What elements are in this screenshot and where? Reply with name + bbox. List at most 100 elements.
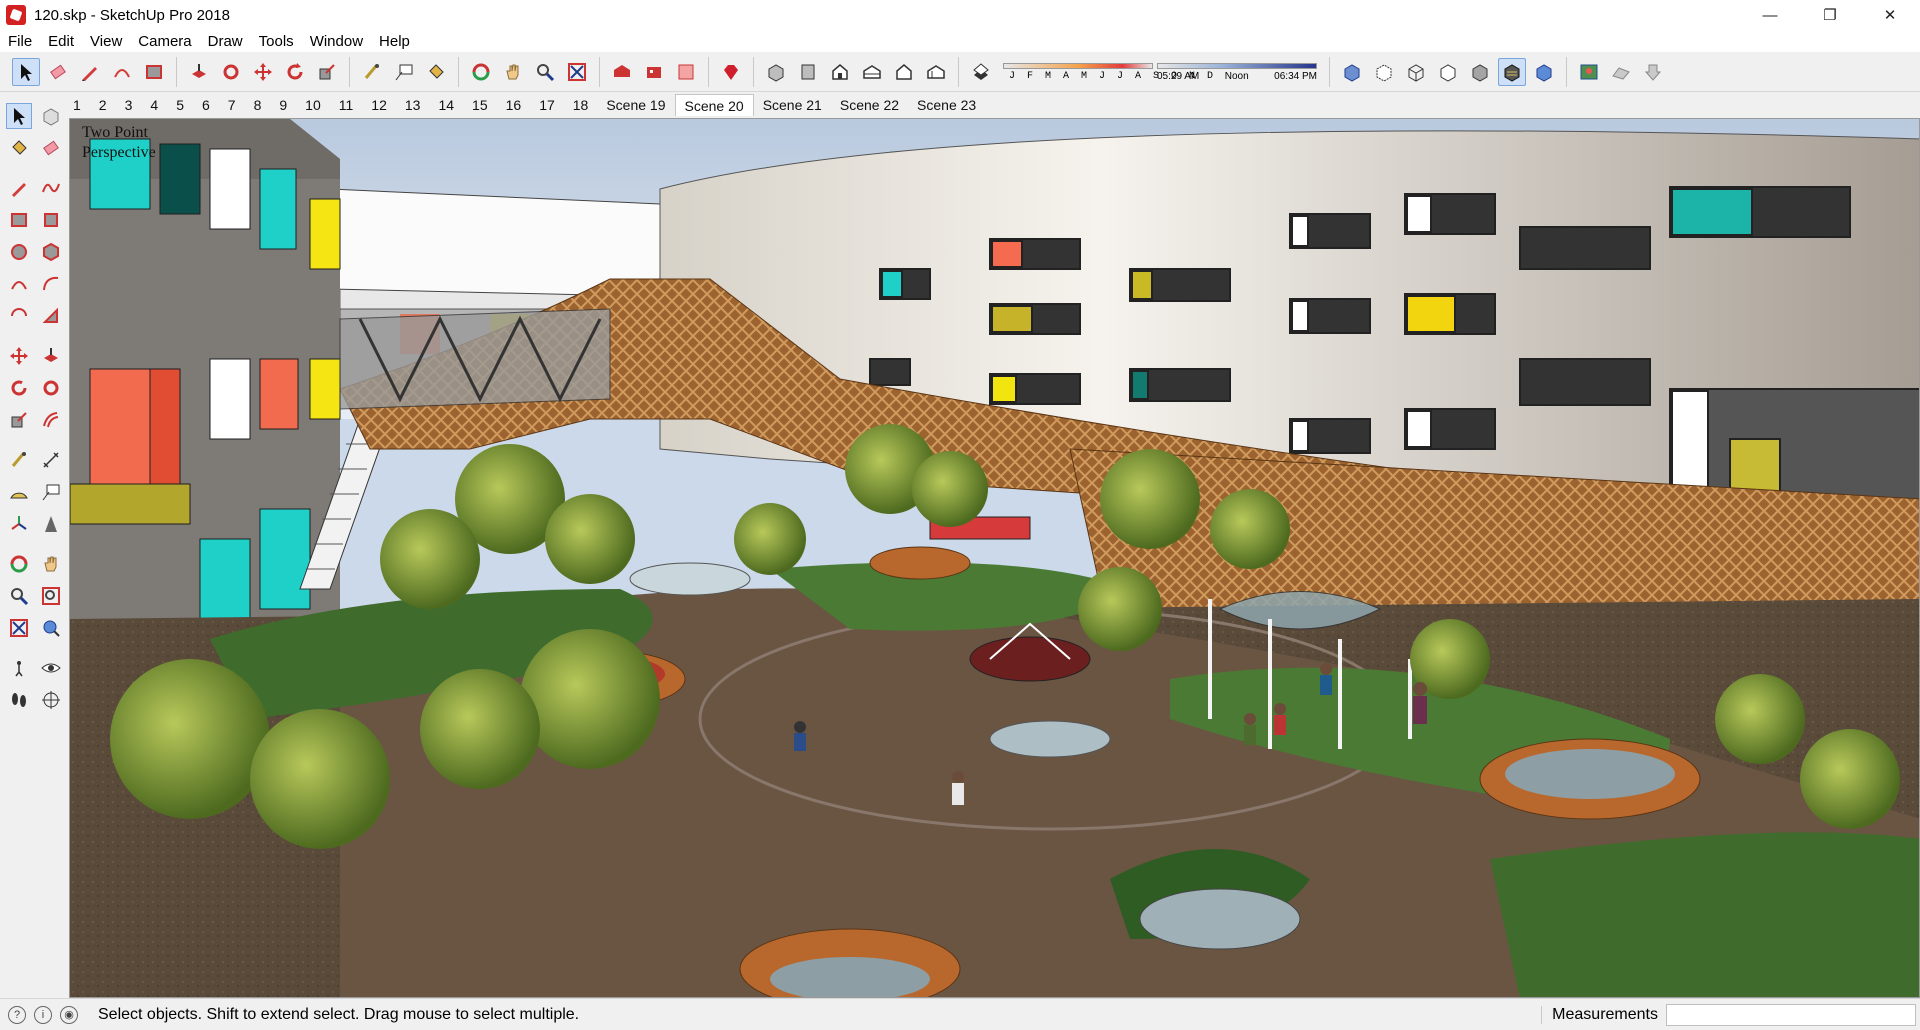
line-tool-button[interactable]	[6, 175, 32, 201]
scene-tab[interactable]: 9	[270, 94, 296, 116]
right-view-button[interactable]	[858, 58, 886, 86]
menu-view[interactable]: View	[82, 33, 130, 50]
paint-bucket-button[interactable]	[422, 58, 450, 86]
scene-tab[interactable]: 11	[330, 94, 363, 116]
toggle-terrain-button[interactable]	[1607, 58, 1635, 86]
line-tool-button[interactable]	[76, 58, 104, 86]
two-point-arc-button[interactable]	[38, 271, 64, 297]
arc-tool-button[interactable]	[108, 58, 136, 86]
look-around-button[interactable]	[38, 655, 64, 681]
eraser-tool-button[interactable]	[38, 135, 64, 161]
scene-tab[interactable]: 17	[530, 94, 564, 116]
section-plane-button[interactable]	[38, 687, 64, 713]
walk-button[interactable]	[6, 687, 32, 713]
scale-tool-button[interactable]	[313, 58, 341, 86]
back-view-button[interactable]	[890, 58, 918, 86]
maximize-button[interactable]: ❐	[1800, 0, 1860, 30]
zoom-button[interactable]	[6, 583, 32, 609]
scene-tab[interactable]: Scene 19	[597, 94, 674, 116]
shadow-month-slider[interactable]: J F M A M J J A S O N D	[1003, 57, 1213, 87]
left-view-button[interactable]	[922, 58, 950, 86]
protractor-button[interactable]	[6, 479, 32, 505]
scene-tab[interactable]: 4	[141, 94, 167, 116]
shadows-toggle-button[interactable]	[967, 58, 995, 86]
push-pull-tool-button[interactable]	[185, 58, 213, 86]
modeling-viewport[interactable]: Two Point Perspective	[69, 118, 1920, 998]
position-camera-button[interactable]	[6, 655, 32, 681]
rectangle-tool-button[interactable]	[140, 58, 168, 86]
scene-tab[interactable]: 1	[64, 94, 90, 116]
menu-help[interactable]: Help	[371, 33, 418, 50]
scene-tab[interactable]: 6	[193, 94, 219, 116]
scene-tab[interactable]: 12	[362, 94, 396, 116]
axes-tool-button[interactable]	[6, 511, 32, 537]
add-location-button[interactable]	[1575, 58, 1603, 86]
make-component-button[interactable]	[38, 103, 64, 129]
shadow-date-slider[interactable]: J F M A M J J A S O N D 05:29 AM Noon 06…	[1003, 57, 1317, 87]
scene-tab[interactable]: 13	[396, 94, 430, 116]
hidden-line-button[interactable]	[1434, 58, 1462, 86]
extension-manager-button[interactable]	[717, 58, 745, 86]
eraser-tool-button[interactable]	[44, 58, 72, 86]
top-view-button[interactable]	[794, 58, 822, 86]
photo-textures-button[interactable]	[1639, 58, 1667, 86]
scene-tab[interactable]: Scene 21	[754, 94, 831, 116]
time-slider-track[interactable]	[1157, 62, 1317, 69]
zoom-button[interactable]	[531, 58, 559, 86]
pan-button[interactable]	[499, 58, 527, 86]
shaded-textures-button[interactable]	[1498, 57, 1526, 86]
circle-tool-button[interactable]	[6, 239, 32, 265]
scene-tab[interactable]: Scene 22	[831, 94, 908, 116]
follow-me-tool-button[interactable]	[217, 58, 245, 86]
text-tool-button[interactable]	[390, 58, 418, 86]
orbit-button[interactable]	[6, 551, 32, 577]
shaded-button[interactable]	[1466, 58, 1494, 86]
xray-style-button[interactable]	[1338, 58, 1366, 86]
sketchup-app-icon[interactable]	[6, 5, 26, 25]
scale-tool-button[interactable]	[6, 407, 32, 433]
three-point-arc-button[interactable]	[6, 303, 32, 329]
scene-tab-active[interactable]: Scene 20	[674, 94, 754, 116]
tape-measure-button[interactable]	[358, 58, 386, 86]
scene-tab[interactable]: 7	[219, 94, 245, 116]
orbit-button[interactable]	[467, 58, 495, 86]
scene-tab[interactable]: 14	[429, 94, 463, 116]
follow-me-tool-button[interactable]	[38, 375, 64, 401]
measurements-input[interactable]	[1666, 1004, 1916, 1026]
select-tool-button[interactable]	[6, 103, 32, 129]
iso-view-button[interactable]	[762, 58, 790, 86]
arc-tool-button[interactable]	[6, 271, 32, 297]
warehouse-button[interactable]	[608, 58, 636, 86]
select-tool-button[interactable]	[12, 57, 40, 86]
back-edges-button[interactable]	[1370, 58, 1398, 86]
minimize-button[interactable]: —	[1740, 0, 1800, 30]
scene-tab[interactable]: 3	[116, 94, 142, 116]
menu-camera[interactable]: Camera	[130, 33, 199, 50]
previous-view-button[interactable]	[38, 615, 64, 641]
menu-file[interactable]: File	[0, 33, 40, 50]
push-pull-tool-button[interactable]	[38, 343, 64, 369]
pie-tool-button[interactable]	[38, 303, 64, 329]
scene-tab[interactable]: 8	[245, 94, 271, 116]
scene-tab[interactable]: 10	[296, 94, 330, 116]
tape-measure-button[interactable]	[6, 447, 32, 473]
pan-button[interactable]	[38, 551, 64, 577]
shadow-time-slider[interactable]: 05:29 AM Noon 06:34 PM	[1157, 57, 1317, 87]
credits-info-icon[interactable]: i	[34, 1005, 52, 1024]
offset-tool-button[interactable]	[38, 407, 64, 433]
close-button[interactable]: ✕	[1860, 0, 1920, 30]
polygon-tool-button[interactable]	[38, 239, 64, 265]
rotated-rectangle-button[interactable]	[38, 207, 64, 233]
geo-location-status-icon[interactable]: ?	[8, 1005, 26, 1024]
scene-tab[interactable]: 5	[167, 94, 193, 116]
menu-window[interactable]: Window	[302, 33, 371, 50]
scene-tab[interactable]: 18	[564, 94, 598, 116]
menu-edit[interactable]: Edit	[40, 33, 82, 50]
zoom-extents-button[interactable]	[563, 58, 591, 86]
3d-text-button[interactable]	[38, 511, 64, 537]
zoom-window-button[interactable]	[38, 583, 64, 609]
user-account-icon[interactable]: ◉	[60, 1005, 78, 1024]
scene-tab[interactable]: Scene 23	[908, 94, 985, 116]
scene-tab[interactable]: 16	[497, 94, 531, 116]
zoom-extents-button[interactable]	[6, 615, 32, 641]
